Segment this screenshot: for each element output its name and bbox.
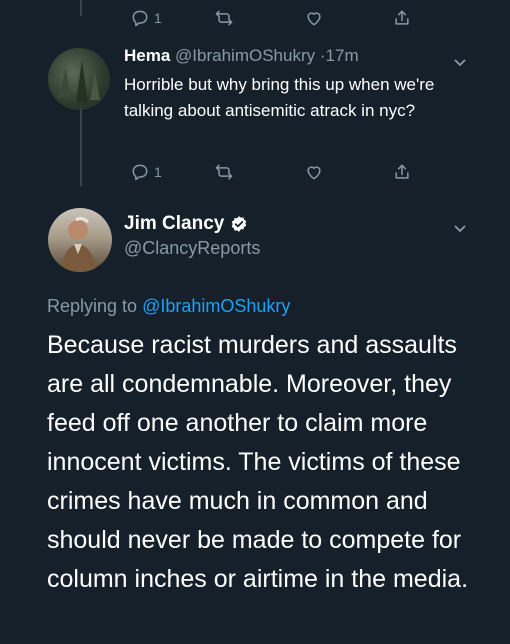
reply-tweet-actions: 1 xyxy=(0,158,510,188)
main-tweet-text: Because racist murders and assaults are … xyxy=(47,331,469,593)
previous-tweet-actions: 1 xyxy=(0,4,510,34)
reply-action[interactable]: 1 xyxy=(130,162,162,182)
reply-count: 1 xyxy=(154,10,162,26)
replying-to-prefix: Replying to xyxy=(47,296,138,316)
like-action[interactable] xyxy=(304,162,324,182)
reply-tweet-text: Horrible but why bring this up when we'r… xyxy=(124,75,435,120)
author-name[interactable]: Hema xyxy=(124,46,170,65)
share-icon xyxy=(395,10,409,25)
author-handle[interactable]: @IbrahimOShukry xyxy=(175,46,315,65)
replying-to-handle[interactable]: @IbrahimOShukry xyxy=(142,296,290,316)
reply-icon xyxy=(132,164,148,181)
author-handle[interactable]: @ClancyReports xyxy=(124,238,260,259)
replying-to: Replying to @IbrahimOShukry xyxy=(47,296,290,317)
reply-tweet-header: Hema @IbrahimOShukry ·17m xyxy=(124,46,359,66)
avatar-hema[interactable] xyxy=(48,48,110,110)
like-icon xyxy=(307,166,321,180)
retweet-icon xyxy=(215,10,233,26)
author-name[interactable]: Jim Clancy xyxy=(124,213,224,235)
verified-badge-icon xyxy=(232,216,247,232)
author-name-row: Jim Clancy xyxy=(124,213,248,235)
reply-action[interactable]: 1 xyxy=(130,8,162,28)
retweet-action[interactable] xyxy=(214,162,234,182)
chevron-down-icon[interactable] xyxy=(452,54,468,70)
like-icon xyxy=(307,12,321,26)
like-action[interactable] xyxy=(304,8,324,28)
retweet-icon xyxy=(215,164,233,180)
share-action[interactable] xyxy=(392,162,412,182)
avatar-jim-clancy[interactable] xyxy=(48,208,112,272)
reply-icon xyxy=(132,10,148,27)
share-icon xyxy=(395,164,409,179)
retweet-action[interactable] xyxy=(214,8,234,28)
share-action[interactable] xyxy=(392,8,412,28)
chevron-down-icon[interactable] xyxy=(452,220,468,236)
reply-count: 1 xyxy=(154,164,162,180)
tweet-time[interactable]: 17m xyxy=(326,46,359,65)
